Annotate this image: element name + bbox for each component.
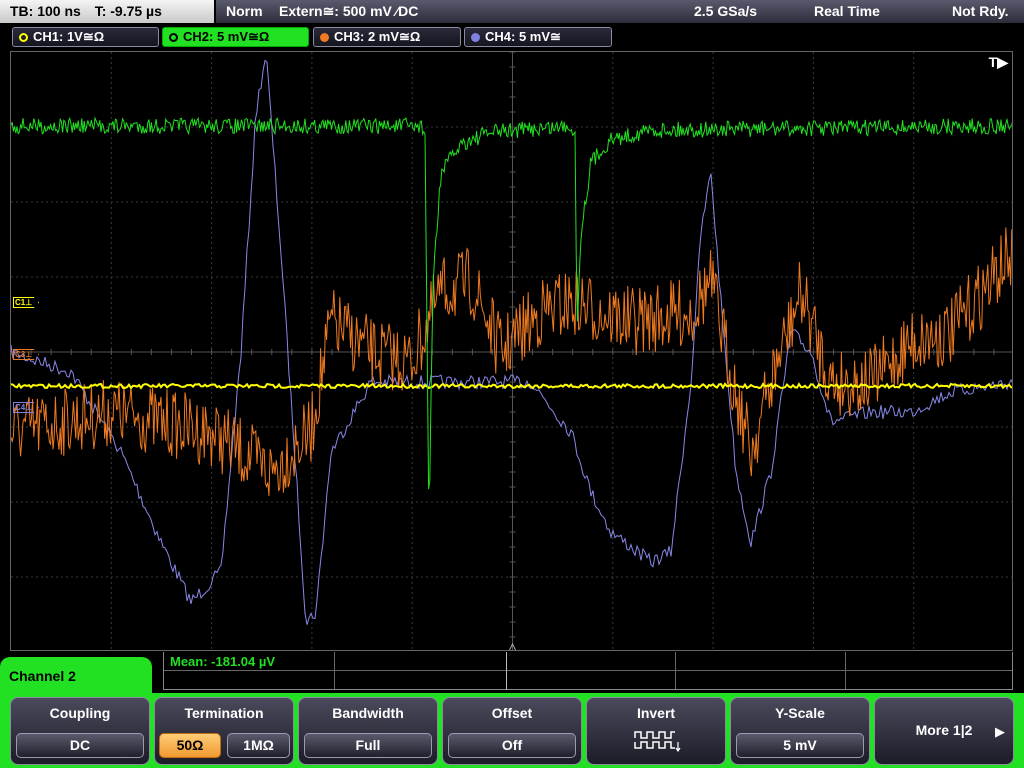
ch3-offset-marker[interactable]: C3⊥ [13, 349, 39, 360]
trigger-position-indicator: T▶ [988, 54, 1008, 70]
bandwidth-softkey[interactable]: Bandwidth Full [298, 697, 438, 765]
circle-icon [169, 33, 178, 42]
channel-tab-3[interactable]: CH3: 2 mV≅Ω [313, 27, 461, 47]
channel-tab-2[interactable]: CH2: 5 mV≅Ω [162, 27, 309, 47]
channel-tab-label: CH2: 5 mV≅Ω [183, 29, 270, 44]
more-label: More 1|2 [915, 722, 973, 738]
trigger-mode: Norm [226, 3, 263, 19]
circle-icon [471, 33, 480, 42]
softkey-title: Y-Scale [775, 705, 825, 721]
trigger-source: Extern≅: 500 mV ⁄DC [279, 3, 419, 19]
sample-rate: 2.5 GSa/s [694, 3, 758, 19]
trigger-status-strip[interactable]: Norm Extern≅: 500 mV ⁄DC 2.5 GSa/s Real … [216, 0, 1024, 23]
y-scale-softkey[interactable]: Y-Scale 5 mV [730, 697, 870, 765]
circle-icon [19, 33, 28, 42]
divider [845, 652, 846, 689]
channel-tab-4[interactable]: CH4: 5 mV≅ [464, 27, 612, 47]
more-softkey[interactable]: More 1|2 ▶ [874, 697, 1014, 765]
divider [506, 652, 507, 690]
timebase-box[interactable]: TB: 100 ns T: -9.75 µs [0, 0, 214, 23]
inverted-square-wave-icon [634, 731, 681, 752]
ch1-offset-marker[interactable]: C1⊥ [13, 297, 39, 308]
triangle-right-icon: ▶ [995, 724, 1005, 739]
coupling-softkey[interactable]: Coupling DC [10, 697, 150, 765]
measurement-panel[interactable]: Mean: -181.04 µV [163, 652, 1013, 690]
channel-tab-1[interactable]: CH1: 1V≅Ω [12, 27, 159, 47]
ready-state: Not Rdy. [952, 3, 1009, 19]
trigger-time-readout: T: -9.75 µs [94, 3, 162, 19]
coupling-value[interactable]: DC [16, 733, 144, 758]
offset-softkey[interactable]: Offset Off [442, 697, 582, 765]
channel-tab-row: CH1: 1V≅Ω CH2: 5 mV≅Ω CH3: 2 mV≅Ω CH4: 5… [0, 25, 1024, 49]
status-bar: TB: 100 ns T: -9.75 µs Norm Extern≅: 500… [0, 0, 1024, 24]
softkey-title: Invert [636, 705, 676, 721]
channel-tab-label: CH4: 5 mV≅ [485, 29, 561, 44]
channel-tab-label: CH3: 2 mV≅Ω [334, 29, 421, 44]
invert-softkey[interactable]: Invert [586, 697, 726, 765]
channel-tab-label: CH1: 1V≅Ω [33, 29, 105, 44]
softkey-title: Bandwidth [332, 705, 404, 721]
offset-value[interactable]: Off [448, 733, 576, 758]
termination-1mohm-option[interactable]: 1MΩ [227, 733, 290, 758]
softkey-title: Termination [184, 705, 264, 721]
y-scale-value[interactable]: 5 mV [736, 733, 864, 758]
waveform-display[interactable]: T▶ C1⊥ C3⊥ C4⊥ [10, 51, 1013, 651]
termination-softkey[interactable]: Termination 50Ω 1MΩ [154, 697, 294, 765]
softkey-title: Coupling [49, 705, 111, 721]
timebase-readout: TB: 100 ns [10, 3, 81, 19]
bandwidth-value[interactable]: Full [304, 733, 432, 758]
circle-icon [320, 33, 329, 42]
ch4-offset-marker[interactable]: C4⊥ [13, 402, 39, 413]
mean-measurement: Mean: -181.04 µV [170, 654, 276, 669]
divider [164, 670, 1012, 671]
divider [675, 652, 676, 689]
divider [334, 652, 335, 689]
termination-50ohm-option[interactable]: 50Ω [159, 733, 221, 758]
acquisition-mode: Real Time [814, 3, 880, 19]
softkey-title: Offset [491, 705, 533, 721]
waveform-canvas [11, 52, 1012, 650]
menu-title: Channel 2 [0, 657, 152, 701]
